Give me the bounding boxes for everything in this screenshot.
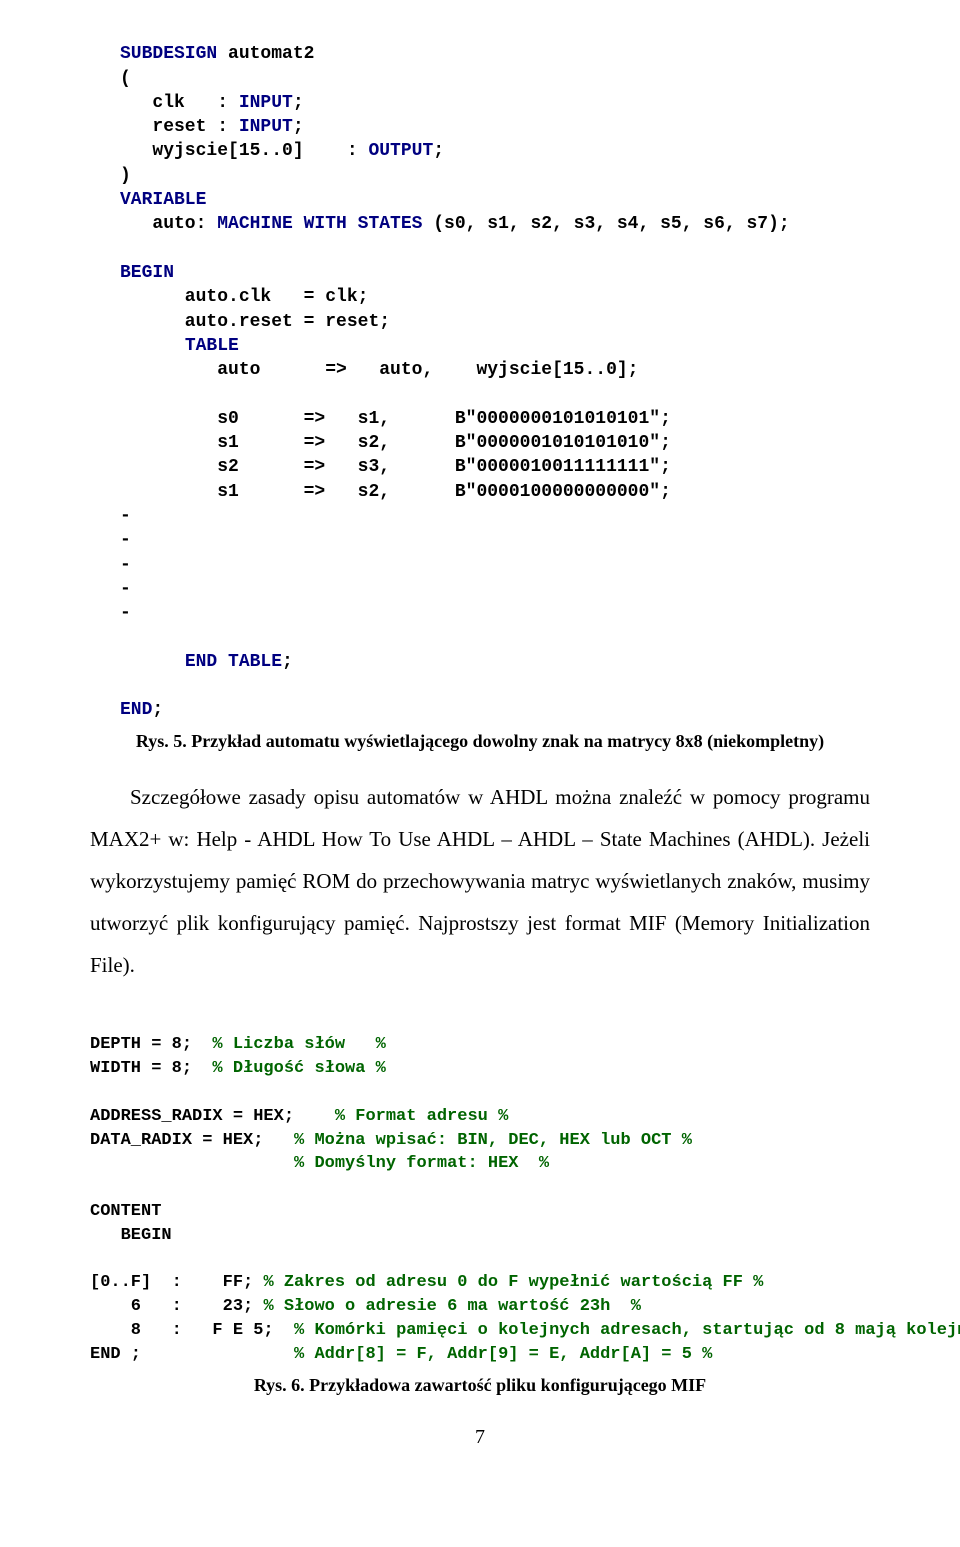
code-text: s1 => s2, B"0000100000000000"; <box>120 482 671 502</box>
code-text: s0 => s1, B"0000000101010101"; <box>120 409 671 429</box>
code-keyword: VARIABLE <box>120 190 206 210</box>
code-keyword: OUTPUT <box>368 141 433 161</box>
code-text: auto.clk = clk; <box>120 287 368 307</box>
code-text: s1 => s2, B"0000001010101010"; <box>120 433 671 453</box>
code-text: DEPTH = 8; <box>90 1035 212 1054</box>
code-text: ; <box>152 700 163 720</box>
code-comment: % Domyślny format: HEX % <box>294 1154 549 1173</box>
code-text: ; <box>433 141 444 161</box>
code-comment: % Zakres od adresu 0 do F wypełnić warto… <box>263 1273 763 1292</box>
code-text: - <box>120 555 131 575</box>
figure-caption-5: Rys. 5. Przykład automatu wyświetlająceg… <box>90 731 870 752</box>
body-paragraph: Szczegółowe zasady opisu automatów w AHD… <box>90 776 870 986</box>
figure-caption-6: Rys. 6. Przykładowa zawartość pliku konf… <box>90 1375 870 1396</box>
code-text: ( <box>120 69 131 89</box>
code-text: ; <box>282 652 293 672</box>
code-keyword: SUBDESIGN <box>120 44 217 64</box>
code-text: reset : <box>120 117 239 137</box>
code-comment: % Format adresu % <box>335 1107 508 1126</box>
code-text: [0..F] : FF; <box>90 1273 263 1292</box>
code-text: wyjscie[15..0] : <box>120 141 368 161</box>
code-keyword: END TABLE <box>185 652 282 672</box>
code-comment: % Można wpisać: BIN, DEC, HEX lub OCT % <box>294 1131 692 1150</box>
paragraph-text: Szczegółowe zasady opisu automatów w AHD… <box>90 776 870 986</box>
code-text: - <box>120 506 131 526</box>
code-comment: % Liczba słów % <box>212 1035 385 1054</box>
code-text: auto: <box>120 214 217 234</box>
code-text: auto.reset = reset; <box>120 312 390 332</box>
code-text: ADDRESS_RADIX = HEX; <box>90 1107 335 1126</box>
code-text: DATA_RADIX = HEX; <box>90 1131 294 1150</box>
code-text: - <box>120 530 131 550</box>
code-text <box>90 1154 294 1173</box>
code-keyword: MACHINE WITH STATES <box>217 214 422 234</box>
code-text: auto => auto, wyjscie[15..0]; <box>120 360 638 380</box>
code-text: ; <box>293 117 304 137</box>
code-keyword: BEGIN <box>120 263 174 283</box>
code-text: - <box>120 579 131 599</box>
code-text: clk : <box>120 93 239 113</box>
code-text: 6 : 23; <box>90 1297 263 1316</box>
code-comment: % Komórki pamięci o kolejnych adresach, … <box>294 1321 960 1340</box>
code-text: s2 => s3, B"0000010011111111"; <box>120 457 671 477</box>
code-comment: % Addr[8] = F, Addr[9] = E, Addr[A] = 5 … <box>294 1345 712 1364</box>
code-keyword: INPUT <box>239 93 293 113</box>
code-text: - <box>120 603 131 623</box>
code-text: (s0, s1, s2, s3, s4, s5, s6, s7); <box>422 214 789 234</box>
code-text: WIDTH = 8; <box>90 1059 212 1078</box>
code-comment: % Długość słowa % <box>212 1059 385 1078</box>
code-text <box>120 652 185 672</box>
code-keyword: END <box>120 700 152 720</box>
code-text: 8 : F E 5; <box>90 1321 294 1340</box>
code-keyword: TABLE <box>185 336 239 356</box>
code-comment: % Słowo o adresie 6 ma wartość 23h % <box>263 1297 640 1316</box>
page-number: 7 <box>90 1426 870 1449</box>
code-text: END ; <box>90 1345 294 1364</box>
code-text: ; <box>293 93 304 113</box>
code-text: automat2 <box>217 44 314 64</box>
code-keyword: INPUT <box>239 117 293 137</box>
code-text: CONTENT <box>90 1202 161 1221</box>
code-text <box>120 336 185 356</box>
code-block-ahdl: SUBDESIGN automat2 ( clk : INPUT; reset … <box>90 0 870 723</box>
code-text: BEGIN <box>90 1226 172 1245</box>
code-text: ) <box>120 166 131 186</box>
code-block-mif: DEPTH = 8; % Liczba słów % WIDTH = 8; % … <box>90 986 870 1367</box>
